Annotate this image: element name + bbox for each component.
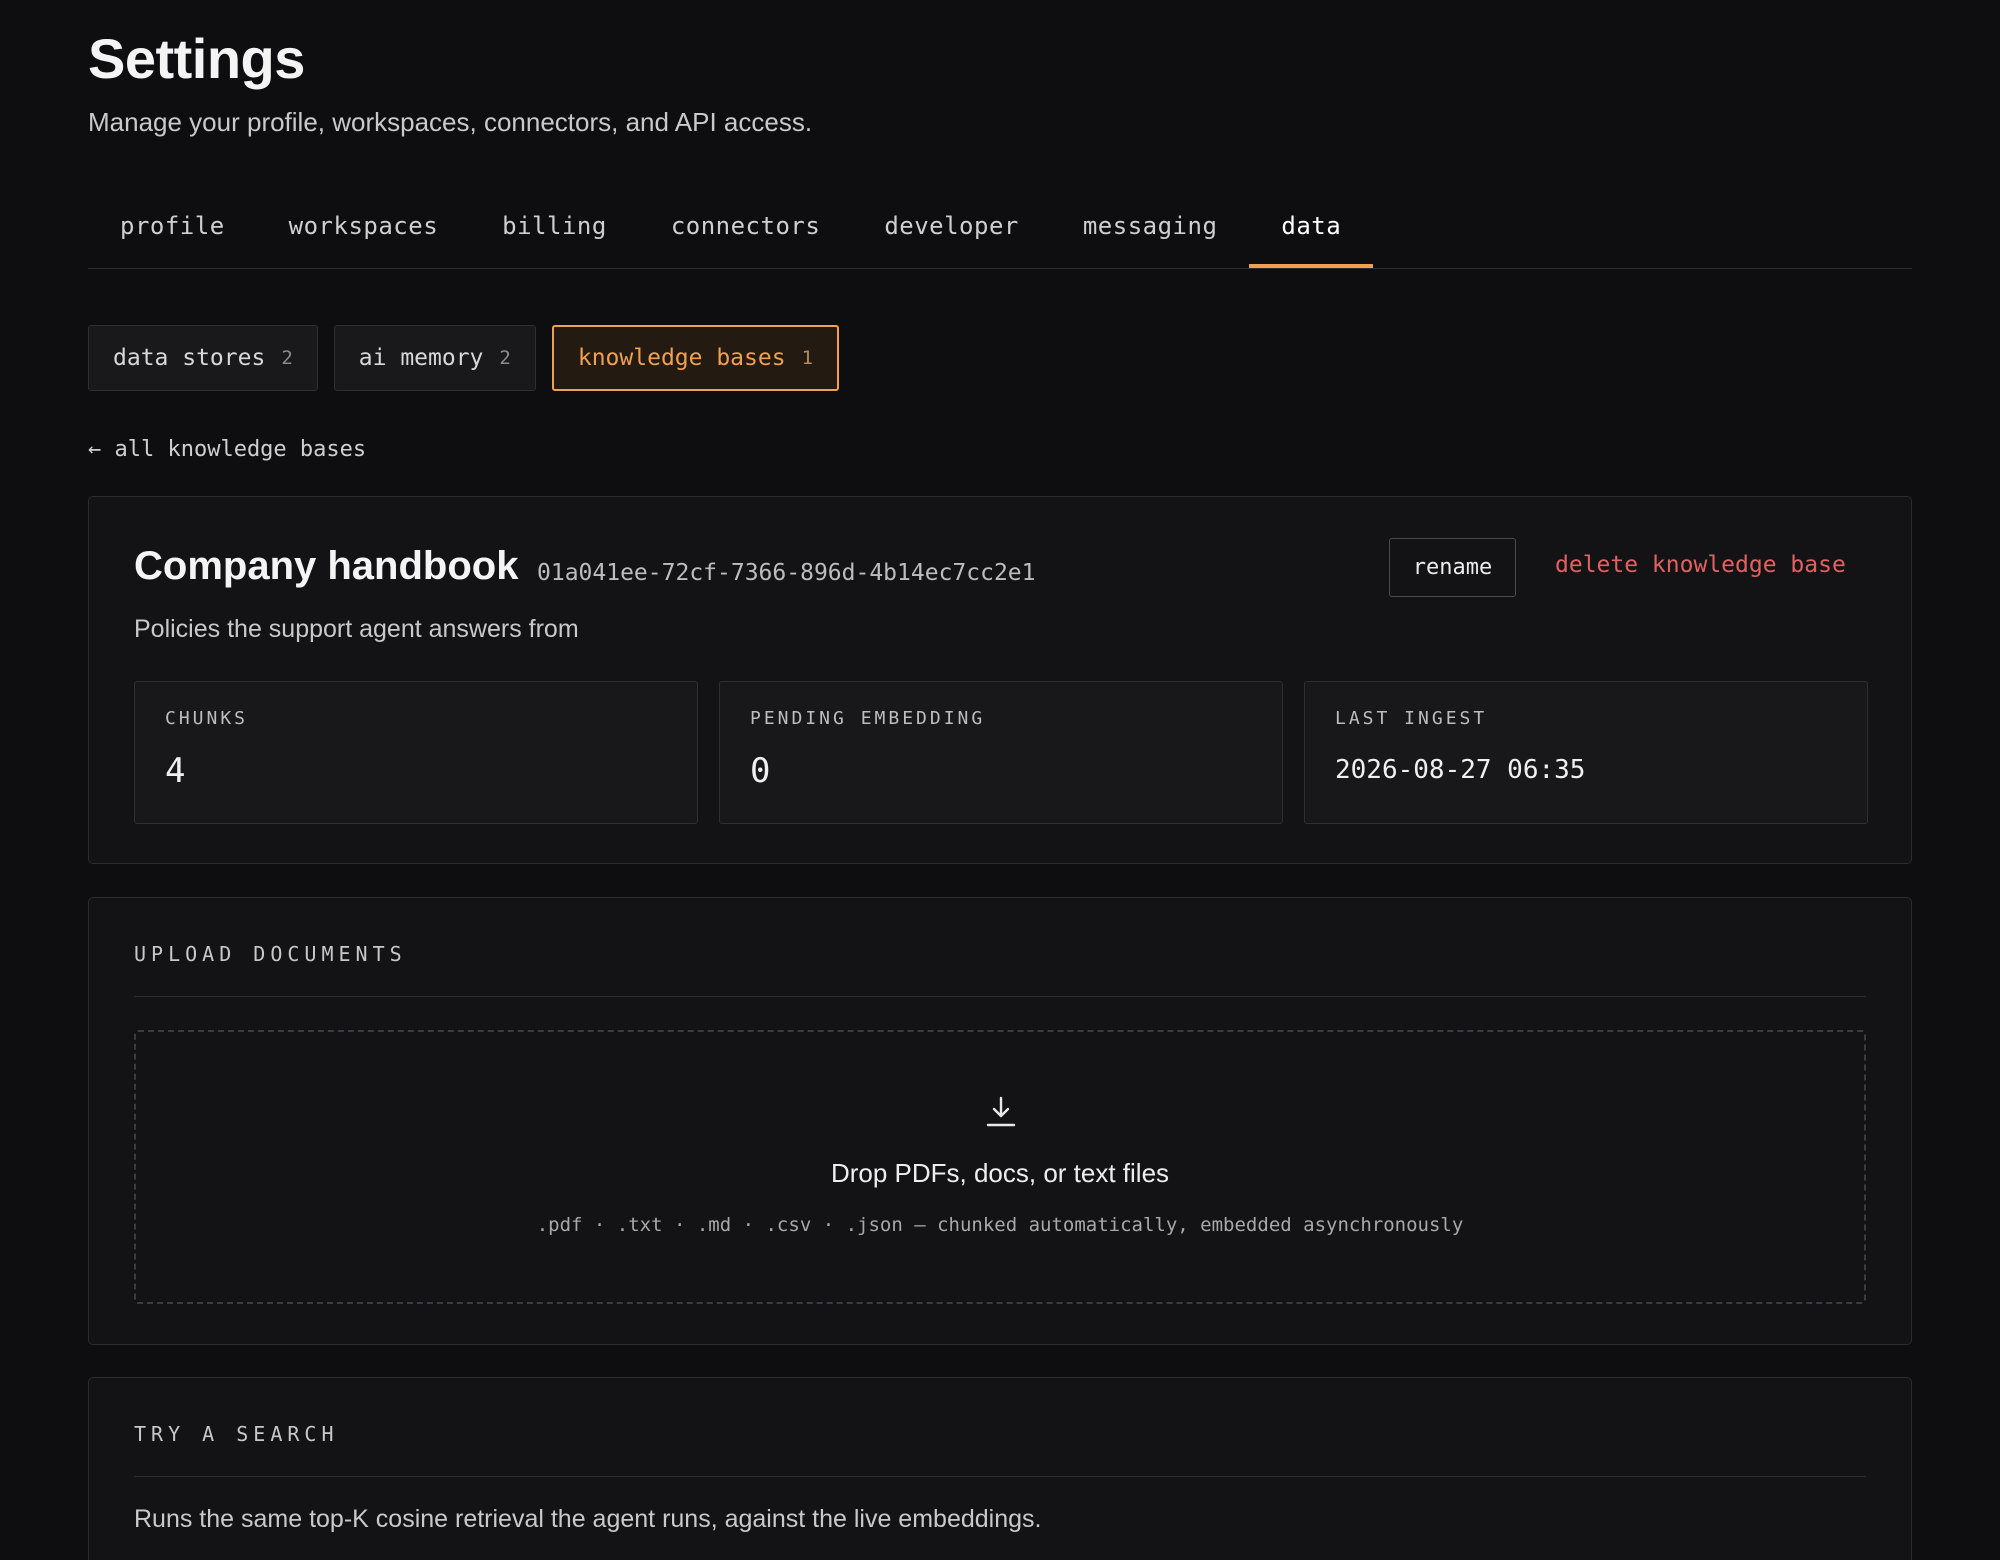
section-heading: TRY A SEARCH — [134, 1422, 339, 1446]
back-to-knowledge-bases-link[interactable]: ← all knowledge bases — [88, 437, 366, 462]
section-heading: UPLOAD DOCUMENTS — [134, 942, 407, 966]
stat-pending-embedding: PENDING EMBEDDING 0 — [719, 681, 1283, 824]
tab-developer[interactable]: developer — [852, 200, 1051, 256]
knowledge-base-description: Policies the support agent answers from — [134, 615, 579, 643]
download-icon — [986, 1096, 1016, 1127]
tab-messaging[interactable]: messaging — [1051, 200, 1250, 256]
page-title: Settings — [88, 27, 305, 90]
stat-last-ingest: LAST INGEST 2026-08-27 06:35 — [1304, 681, 1868, 824]
stat-label: LAST INGEST — [1335, 708, 1488, 729]
tab-workspaces[interactable]: workspaces — [257, 200, 471, 256]
subtab-label: ai memory — [358, 345, 484, 371]
stat-value: 2026-08-27 06:35 — [1335, 755, 1586, 785]
subtab-knowledge-bases[interactable]: knowledge bases 1 — [551, 325, 840, 391]
search-description: Runs the same top-K cosine retrieval the… — [134, 1505, 1042, 1533]
subtab-data-stores[interactable]: data stores 2 — [88, 325, 318, 391]
delete-knowledge-base-button[interactable]: delete knowledge base — [1555, 552, 1846, 578]
upload-dropzone[interactable]: Drop PDFs, docs, or text files .pdf · .t… — [134, 1030, 1866, 1304]
tab-profile[interactable]: profile — [88, 200, 257, 256]
tab-connectors[interactable]: connectors — [639, 200, 853, 256]
knowledge-base-card: Company handbook 01a041ee-72cf-7366-896d… — [88, 496, 1912, 864]
stat-value: 0 — [750, 751, 771, 791]
try-search-card: TRY A SEARCH Runs the same top-K cosine … — [88, 1377, 1912, 1560]
rename-button[interactable]: rename — [1389, 538, 1516, 597]
tab-billing[interactable]: billing — [470, 200, 639, 256]
section-divider — [134, 996, 1866, 997]
subtab-label: knowledge bases — [577, 345, 786, 371]
tab-data[interactable]: data — [1249, 200, 1374, 268]
upload-documents-card: UPLOAD DOCUMENTS Drop PDFs, docs, or tex… — [88, 897, 1912, 1345]
section-divider — [134, 1476, 1866, 1477]
stat-value: 4 — [165, 751, 186, 791]
subtab-ai-memory[interactable]: ai memory 2 — [333, 325, 536, 391]
settings-tabs: profile workspaces billing connectors de… — [88, 200, 1912, 269]
dropzone-hint: .pdf · .txt · .md · .csv · .json — chunk… — [536, 1214, 1464, 1236]
subtab-count: 2 — [281, 347, 293, 369]
stat-label: CHUNKS — [165, 708, 249, 729]
settings-page: Settings Manage your profile, workspaces… — [0, 0, 2000, 1560]
subtab-count: 1 — [801, 347, 814, 369]
dropzone-title: Drop PDFs, docs, or text files — [830, 1158, 1170, 1188]
subtab-count: 2 — [499, 347, 511, 369]
stat-chunks: CHUNKS 4 — [134, 681, 698, 824]
knowledge-base-stats: CHUNKS 4 PENDING EMBEDDING 0 LAST INGEST… — [134, 681, 1868, 824]
knowledge-base-id: 01a041ee-72cf-7366-896d-4b14ec7cc2e1 — [537, 560, 1036, 586]
data-subtabs: data stores 2 ai memory 2 knowledge base… — [88, 325, 840, 391]
knowledge-base-name: Company handbook — [134, 544, 519, 588]
subtab-label: data stores — [113, 345, 266, 371]
stat-label: PENDING EMBEDDING — [750, 708, 986, 729]
page-subtitle: Manage your profile, workspaces, connect… — [88, 107, 813, 137]
